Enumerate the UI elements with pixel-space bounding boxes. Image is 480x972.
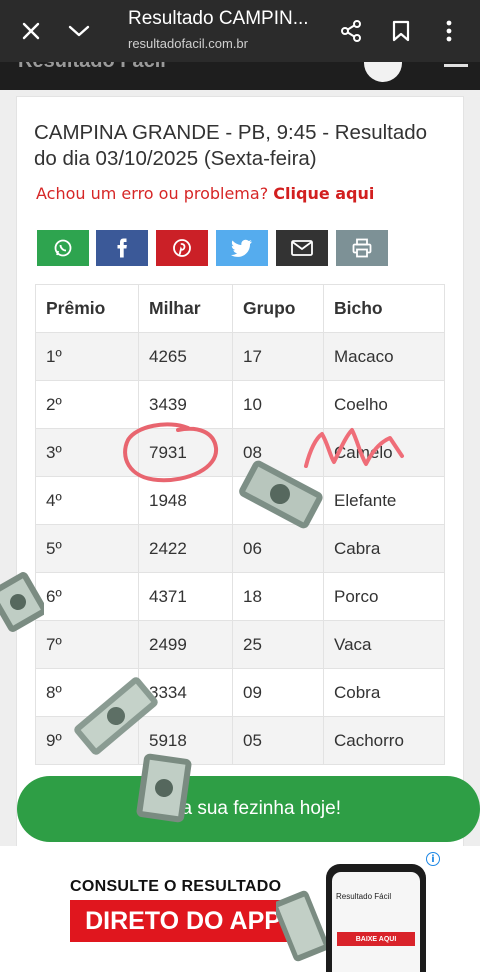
cell-grupo — [232, 476, 324, 525]
close-icon — [22, 22, 40, 40]
cell-grupo: 18 — [232, 572, 324, 621]
header-milhar: Milhar — [138, 284, 233, 333]
cell-grupo: 10 — [232, 380, 324, 429]
table-row: 2º 3439 10 Coelho — [35, 380, 445, 429]
cell-premio: 3º — [35, 428, 139, 477]
cell-grupo: 05 — [232, 716, 324, 765]
page-url[interactable]: resultadofacil.com.br — [128, 36, 248, 51]
cell-premio: 9º — [35, 716, 139, 765]
table-row: 8º 3334 09 Cobra — [35, 668, 445, 717]
ad-phone-app-name: Resultado Fácil — [336, 892, 392, 901]
email-icon — [291, 240, 313, 256]
cell-milhar: 5918 — [138, 716, 233, 765]
browser-toolbar: Resultado CAMPIN... resultadofacil.com.b… — [0, 0, 480, 62]
cta-label: ça sua fezinha hoje! — [171, 798, 341, 819]
header-premio: Prêmio — [35, 284, 139, 333]
cell-milhar: 1948 — [138, 476, 233, 525]
results-table: Prêmio Milhar Grupo Bicho 1º 4265 17 Macaco… — [35, 284, 445, 765]
header-bicho: Bicho — [323, 284, 445, 333]
cell-milhar: 3334 — [138, 668, 233, 717]
cell-premio: 6º — [35, 572, 139, 621]
cell-milhar: 3439 — [138, 380, 233, 429]
cell-grupo: 09 — [232, 668, 324, 717]
cell-bicho: Macaco — [323, 332, 445, 381]
ad-phone-screen — [332, 872, 420, 972]
cell-bicho: Coelho — [323, 380, 445, 429]
cell-grupo: 06 — [232, 524, 324, 573]
table-header-row: Prêmio Milhar Grupo Bicho — [35, 284, 445, 333]
table-row: 1º 4265 17 Macaco — [35, 332, 445, 381]
cell-milhar: 4265 — [138, 332, 233, 381]
avatar[interactable] — [364, 62, 402, 82]
print-share-button[interactable] — [336, 230, 388, 266]
error-report-text: Achou um erro ou problema? — [36, 184, 274, 203]
cell-milhar: 2422 — [138, 524, 233, 573]
cell-premio: 2º — [35, 380, 139, 429]
cell-premio: 5º — [35, 524, 139, 573]
cell-grupo: 08 — [232, 428, 324, 477]
cell-milhar: 4371 — [138, 572, 233, 621]
cell-bicho: Porco — [323, 572, 445, 621]
site-logo-text[interactable]: Resultado Fácil — [18, 62, 166, 73]
header-grupo: Grupo — [232, 284, 324, 333]
cell-bicho: Cabra — [323, 524, 445, 573]
cell-grupo: 25 — [232, 620, 324, 669]
cell-milhar: 7931 — [138, 428, 233, 477]
more-vertical-icon — [446, 20, 452, 42]
facebook-icon — [117, 238, 127, 258]
close-button[interactable] — [14, 14, 48, 48]
whatsapp-icon — [54, 239, 72, 257]
ad-headline: CONSULTE O RESULTADO — [70, 878, 282, 895]
chevron-down-icon — [68, 25, 90, 37]
cell-grupo: 17 — [232, 332, 324, 381]
menu-icon[interactable] — [444, 64, 468, 67]
site-header: Resultado Fácil — [0, 62, 480, 90]
print-icon — [352, 238, 372, 258]
twitter-icon — [231, 239, 252, 257]
cell-premio: 1º — [35, 332, 139, 381]
share-icon — [341, 20, 361, 42]
cell-milhar: 2499 — [138, 620, 233, 669]
cell-bicho: Cachorro — [323, 716, 445, 765]
cell-premio: 8º — [35, 668, 139, 717]
facebook-share-button[interactable] — [96, 230, 148, 266]
table-row: 6º 4371 18 Porco — [35, 572, 445, 621]
error-report-link[interactable]: Clique aqui — [273, 184, 374, 203]
cell-bicho: Vaca — [323, 620, 445, 669]
ad-subheadline: DIRETO DO APP — [70, 900, 296, 942]
more-button[interactable] — [432, 14, 466, 48]
twitter-share-button[interactable] — [216, 230, 268, 266]
cell-premio: 7º — [35, 620, 139, 669]
cell-bicho: Camelo — [323, 428, 445, 477]
table-row: 7º 2499 25 Vaca — [35, 620, 445, 669]
table-row: 5º 2422 06 Cabra — [35, 524, 445, 573]
page-title: Resultado CAMPIN... — [128, 8, 309, 29]
table-row: 4º 1948 Elefante — [35, 476, 445, 525]
error-report: Achou um erro ou problema? Clique aqui — [36, 184, 374, 203]
whatsapp-share-button[interactable] — [37, 230, 89, 266]
cell-bicho: Cobra — [323, 668, 445, 717]
collapse-button[interactable] — [62, 14, 96, 48]
cell-premio: 4º — [35, 476, 139, 525]
email-share-button[interactable] — [276, 230, 328, 266]
bookmark-icon — [392, 20, 410, 42]
cell-bicho: Elefante — [323, 476, 445, 525]
pinterest-share-button[interactable] — [156, 230, 208, 266]
result-title: CAMPINA GRANDE - PB, 9:45 - Resultado do… — [34, 121, 428, 170]
share-button[interactable] — [334, 14, 368, 48]
bookmark-button[interactable] — [384, 14, 418, 48]
table-row: 9º 5918 05 Cachorro — [35, 716, 445, 765]
table-row: 3º 7931 08 Camelo — [35, 428, 445, 477]
ad-info-icon[interactable]: i — [426, 852, 440, 866]
ad-download-button[interactable]: BAIXE AQUI — [337, 932, 415, 946]
bet-cta-button[interactable]: ça sua fezinha hoje! — [17, 776, 480, 842]
pinterest-icon — [173, 239, 191, 257]
